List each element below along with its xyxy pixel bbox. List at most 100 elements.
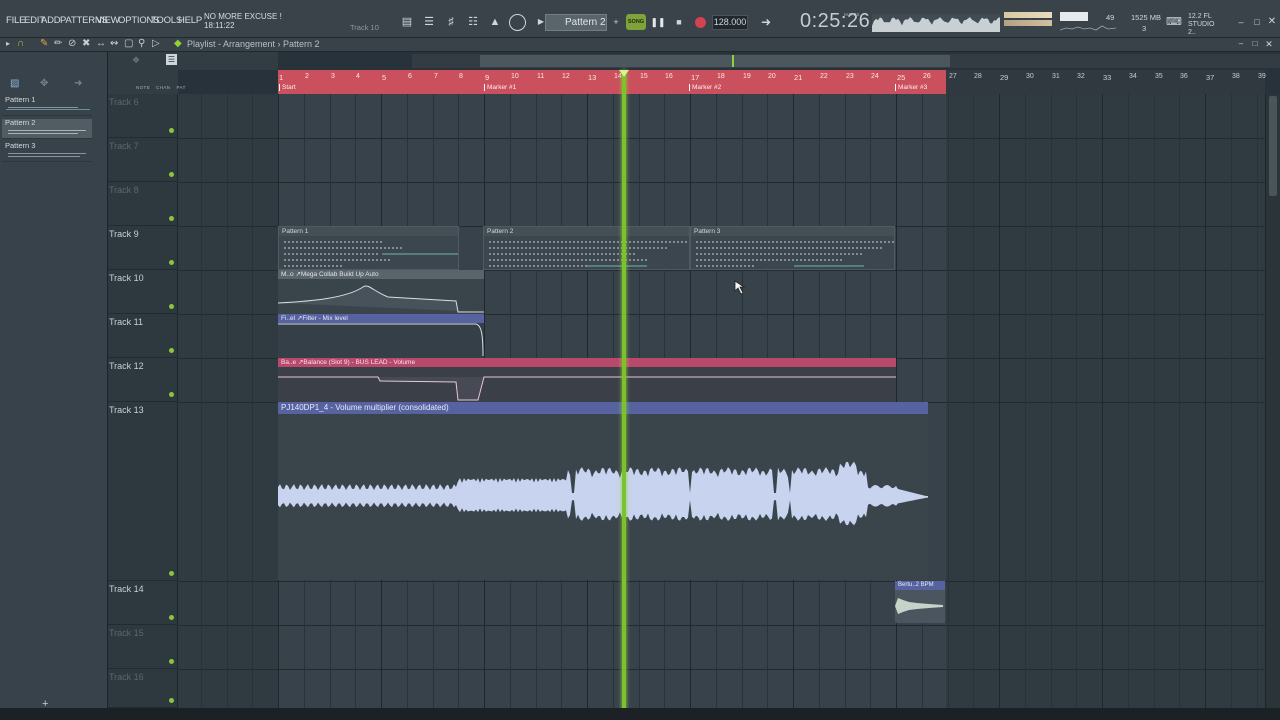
ruler-bar-number: 4 [356,73,360,80]
picker-tab-note[interactable]: NOTE [136,85,150,90]
track-name: Track 10 [109,273,144,283]
audio-clip-small[interactable]: Bertu..2 BPM [895,581,945,623]
track-header-15[interactable]: Track 15 [108,625,178,669]
pattern-clip-2[interactable]: Pattern 2 [483,226,690,270]
playhead-marker-icon[interactable] [619,70,629,77]
breadcrumb[interactable]: Playlist - Arrangement › Pattern 2 [187,39,320,49]
bar-line [252,94,253,708]
vertical-scrollbar[interactable] [1265,94,1280,708]
countdown-icon[interactable]: ➜ [758,14,774,30]
mixer-icon[interactable]: ☷ [465,14,481,30]
slip-tool-icon[interactable]: ↔ [96,38,106,49]
playlist-overview[interactable] [412,54,1280,68]
keyboard-icon[interactable]: ⌨ [1166,14,1182,30]
arrangement-icon[interactable]: ◆ [174,38,182,49]
record-icon[interactable] [695,17,706,28]
track-enable-led[interactable] [169,172,174,177]
track-header-9[interactable]: Track 9 [108,226,178,270]
playlist-menu-arrow-icon[interactable]: ▸ [6,39,10,48]
paint-tool-icon[interactable]: ✏ [54,38,62,49]
track-enable-led[interactable] [169,216,174,221]
playlist-close-icon[interactable]: ✕ [1261,36,1277,52]
playlist-icon[interactable]: ☰ [421,14,437,30]
playhead[interactable] [622,70,626,710]
track-header-14[interactable]: Track 14 [108,581,178,625]
track-enable-led[interactable] [169,659,174,664]
track-enable-led[interactable] [169,698,174,703]
snap-arrows-icon[interactable]: ❖ [132,55,140,66]
select-tool-icon[interactable]: ▢ [124,38,133,49]
draw-tool-icon[interactable]: ✎ [40,38,48,49]
track-header-8[interactable]: Track 8 [108,182,178,226]
clip-title: Pattern 2 [484,227,689,236]
ruler-bar-number: 27 [949,73,957,80]
snap-icon[interactable]: ▤ [399,14,415,30]
menu-help[interactable]: HELP [178,15,202,26]
pattern-list-item[interactable]: Pattern 3 [2,141,92,162]
marker-2[interactable]: Marker #2 [689,84,721,91]
song-mode-button[interactable]: SONG [626,14,646,30]
pause-icon[interactable]: ❚❚ [650,14,666,30]
maximize-icon[interactable]: □ [1249,14,1265,30]
pattern-clip-1[interactable]: Pattern 1 [278,226,459,270]
pattern-list-item-selected[interactable]: Pattern 2 [2,118,92,139]
track-enable-led[interactable] [169,304,174,309]
audio-clip[interactable]: PJ140DP1_4 - Volume multiplier (consolid… [278,402,928,580]
automation-clip-balance[interactable]: Ba..e ↗Balance (Slot 9) - BUS LEAD - Vol… [278,358,896,402]
marker-3[interactable]: Marker #3 [895,84,927,91]
track-header-13[interactable]: Track 13 [108,402,178,581]
slice-tool-icon[interactable]: ↭ [110,38,118,49]
pattern-list-item[interactable]: Pattern 1 [2,95,92,116]
track-header-10[interactable]: Track 10 [108,270,178,314]
track-header-6[interactable]: Track 6 [108,94,178,138]
piano-roll-icon[interactable]: ♯ [443,14,459,30]
magnet-icon[interactable]: ∩ [17,38,24,49]
ruler-bar-number: 31 [1052,73,1060,80]
track-options-icon[interactable]: ☰ [166,54,177,65]
pattern-clip-3[interactable]: Pattern 3 [690,226,895,270]
picker-move-icon[interactable]: ✥ [40,78,48,89]
picker-tab-pat[interactable]: PAT [176,85,185,90]
track-enable-led[interactable] [169,348,174,353]
delete-tool-icon[interactable]: ⊘ [68,38,76,49]
marker-1[interactable]: Marker #1 [484,84,516,91]
picker-curve-icon[interactable]: ➜ [74,78,82,89]
scrollbar-thumb[interactable] [1269,96,1277,196]
automation-curve [278,323,484,357]
pattern-add-icon[interactable]: + [608,14,624,30]
ruler-bar-number: 39 [1258,73,1266,80]
picker-piano-icon[interactable]: ▧ [10,78,19,89]
channel-rack-icon[interactable]: ▲ [487,14,503,30]
track-enable-led[interactable] [169,571,174,576]
track-enable-led[interactable] [169,128,174,133]
automation-clip-buildup[interactable]: M..o ↗Mega Collab Build Up Auto [278,270,484,314]
picker-tab-chan[interactable]: CHAN [156,85,170,90]
close-icon[interactable]: ✕ [1264,14,1280,30]
marker-start[interactable]: Start [279,84,296,91]
track-enable-led[interactable] [169,260,174,265]
time-display[interactable]: 0:25:26 [800,10,870,33]
mute-tool-icon[interactable]: ✖ [82,38,90,49]
timeline-ruler[interactable]: 1 2 3 4 5 6 7 8 9 10 11 12 13 14 15 16 17 18 19 20 21 22 23 24 2… [278,70,1266,94]
overview-window[interactable] [480,55,950,67]
automation-clip-filter[interactable]: Fi..el ↗Filter - Mix level [278,314,484,358]
playback-tool-icon[interactable]: ▷ [152,38,160,49]
stop-icon[interactable]: ■ [671,14,687,30]
pattern-selector[interactable]: Pattern 2 [545,14,607,31]
ruler-bar-number: 38 [1232,73,1240,80]
track-enable-led[interactable] [169,392,174,397]
tempo-display[interactable]: 128.000 [712,15,748,30]
menu-add[interactable]: ADD [41,15,61,26]
menu-file[interactable]: FILE [6,15,25,26]
track-header-16[interactable]: Track 16 [108,669,178,708]
browser-icon[interactable] [509,14,526,31]
menu-view[interactable]: VIEW [96,15,120,26]
minimize-icon[interactable]: – [1233,14,1249,30]
track-header-11[interactable]: Track 11 [108,314,178,358]
playlist-grid[interactable]: Pattern 1 Pattern 2 Pattern 3 M..o ↗Mega… [178,94,1265,708]
track-enable-led[interactable] [169,615,174,620]
zoom-tool-icon[interactable]: ⚲ [138,38,145,49]
track-header-12[interactable]: Track 12 [108,358,178,402]
track-header-7[interactable]: Track 7 [108,138,178,182]
ruler-bar-number: 19 [743,73,751,80]
